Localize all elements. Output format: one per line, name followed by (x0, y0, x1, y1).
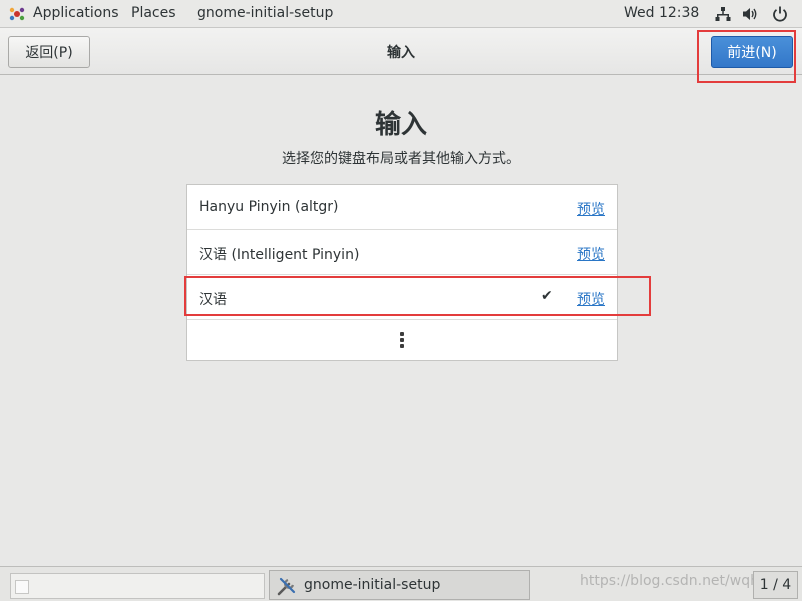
window-list-area (10, 573, 265, 599)
header-bar: 返回(P) 输入 前进(N) (0, 28, 802, 75)
input-source-name: 汉语 (Intelligent Pinyin) (199, 247, 360, 263)
taskbar: gnome-initial-setup https://blog.csdn.ne… (0, 566, 802, 601)
clock[interactable]: Wed 12:38 (624, 5, 699, 21)
app-menu[interactable]: gnome-initial-setup (197, 5, 333, 21)
applications-menu[interactable]: Applications (33, 5, 119, 21)
taskbar-window-label: gnome-initial-setup (304, 577, 441, 593)
page-title: 输入 (374, 110, 427, 140)
taskbar-window-button[interactable]: gnome-initial-setup (269, 570, 530, 600)
input-source-list: Hanyu Pinyin (altgr) 预览 汉语 (Intelligent … (186, 184, 618, 361)
workspace-indicator[interactable]: 1 / 4 (753, 571, 798, 599)
input-source-row[interactable]: 汉语 (Intelligent Pinyin) 预览 (187, 230, 617, 275)
input-source-row[interactable]: Hanyu Pinyin (altgr) 预览 (187, 185, 617, 230)
input-source-row-selected[interactable]: 汉语 ✔ 预览 (187, 275, 617, 320)
checkmark-icon: ✔ (541, 288, 553, 304)
page-description: 选择您的键盘布局或者其他输入方式。 (282, 151, 520, 167)
power-icon[interactable] (772, 6, 788, 22)
input-source-name: Hanyu Pinyin (altgr) (199, 199, 339, 215)
header-title: 输入 (387, 45, 415, 61)
next-button[interactable]: 前进(N) (711, 36, 793, 68)
top-bar: Applications Places gnome-initial-setup … (0, 0, 802, 28)
preview-link[interactable]: 预览 (577, 289, 605, 309)
applications-icon (9, 7, 25, 21)
preview-link[interactable]: 预览 (577, 199, 605, 219)
show-desktop-icon[interactable] (15, 580, 29, 594)
watermark: https://blog.csdn.net/wqh (580, 573, 759, 589)
network-icon[interactable] (715, 6, 731, 22)
tools-icon (277, 577, 296, 596)
volume-icon[interactable] (742, 6, 759, 22)
more-input-sources-button[interactable] (187, 320, 617, 360)
preview-link[interactable]: 预览 (577, 244, 605, 264)
input-source-name: 汉语 (199, 292, 227, 308)
places-menu[interactable]: Places (131, 5, 176, 21)
more-icon (400, 332, 404, 348)
